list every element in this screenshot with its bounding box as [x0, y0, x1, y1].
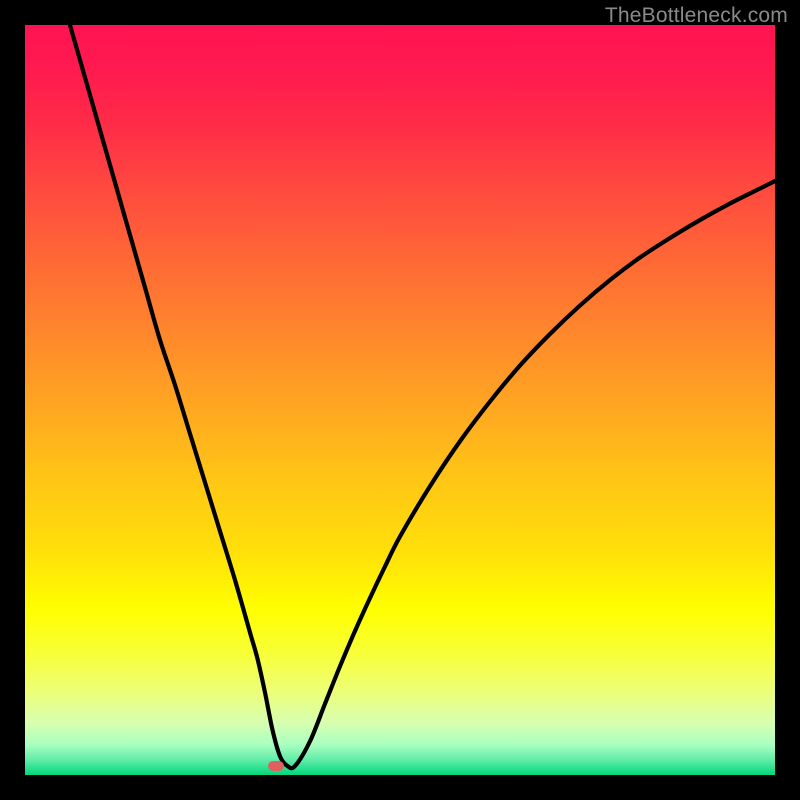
plot-gradient-background — [25, 25, 775, 775]
plot-frame — [25, 25, 775, 775]
